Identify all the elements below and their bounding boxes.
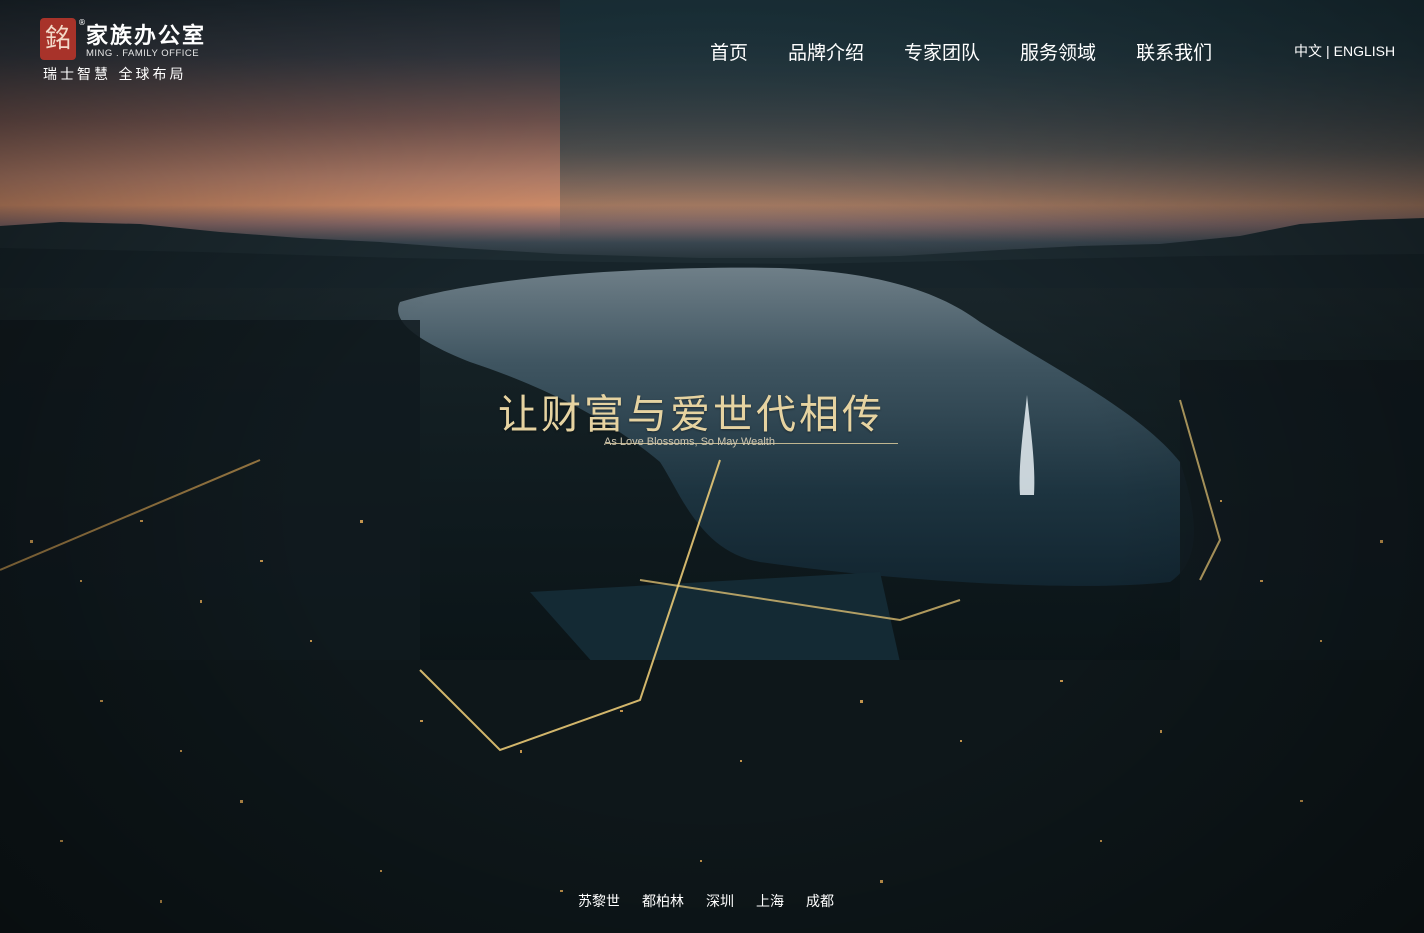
- city-shenzhen[interactable]: 深圳: [706, 891, 756, 911]
- logo-tagline: 瑞士智慧 全球布局: [43, 67, 187, 83]
- registered-mark: ®: [78, 18, 86, 27]
- homepage: 銘 ® 家族办公室 MING . FAMILY OFFICE 瑞士智慧 全球布局…: [0, 0, 1424, 933]
- logo-title: 家族办公室: [86, 23, 207, 49]
- fountain-jet: [1019, 395, 1035, 495]
- language-switch: 中文 | ENGLISH: [1294, 41, 1395, 61]
- city-chengdu[interactable]: 成都: [806, 891, 856, 911]
- lang-separator: |: [1326, 43, 1330, 59]
- city-shanghai[interactable]: 上海: [756, 891, 806, 911]
- city-zurich[interactable]: 苏黎世: [578, 891, 642, 911]
- nav-contact[interactable]: 联系我们: [1116, 38, 1232, 65]
- slogan-chinese: 让财富与爱世代相传: [498, 392, 885, 438]
- nav-services[interactable]: 服务领域: [1000, 38, 1116, 65]
- nav-brand[interactable]: 品牌介绍: [768, 38, 884, 65]
- lang-chinese[interactable]: 中文: [1294, 43, 1322, 59]
- hero-slogan: 让财富与爱世代相传 As Love Blossoms, So May Wealt…: [498, 382, 908, 448]
- main-nav: 首页 品牌介绍 专家团队 服务领域 联系我们: [690, 38, 1232, 65]
- logo-subtitle: MING . FAMILY OFFICE: [86, 48, 200, 59]
- slogan-english: As Love Blossoms, So May Wealth: [604, 436, 775, 448]
- nav-experts[interactable]: 专家团队: [884, 38, 1000, 65]
- brand-logo[interactable]: 銘 ® 家族办公室 MING . FAMILY OFFICE 瑞士智慧 全球布局: [40, 18, 230, 84]
- lang-english[interactable]: ENGLISH: [1334, 43, 1395, 59]
- city-lights: [0, 320, 1424, 933]
- nav-home[interactable]: 首页: [690, 38, 768, 65]
- city-dublin[interactable]: 都柏林: [642, 891, 706, 911]
- office-cities: 苏黎世 都柏林 深圳 上海 成都: [578, 891, 856, 911]
- logo-seal-icon: 銘: [40, 18, 76, 60]
